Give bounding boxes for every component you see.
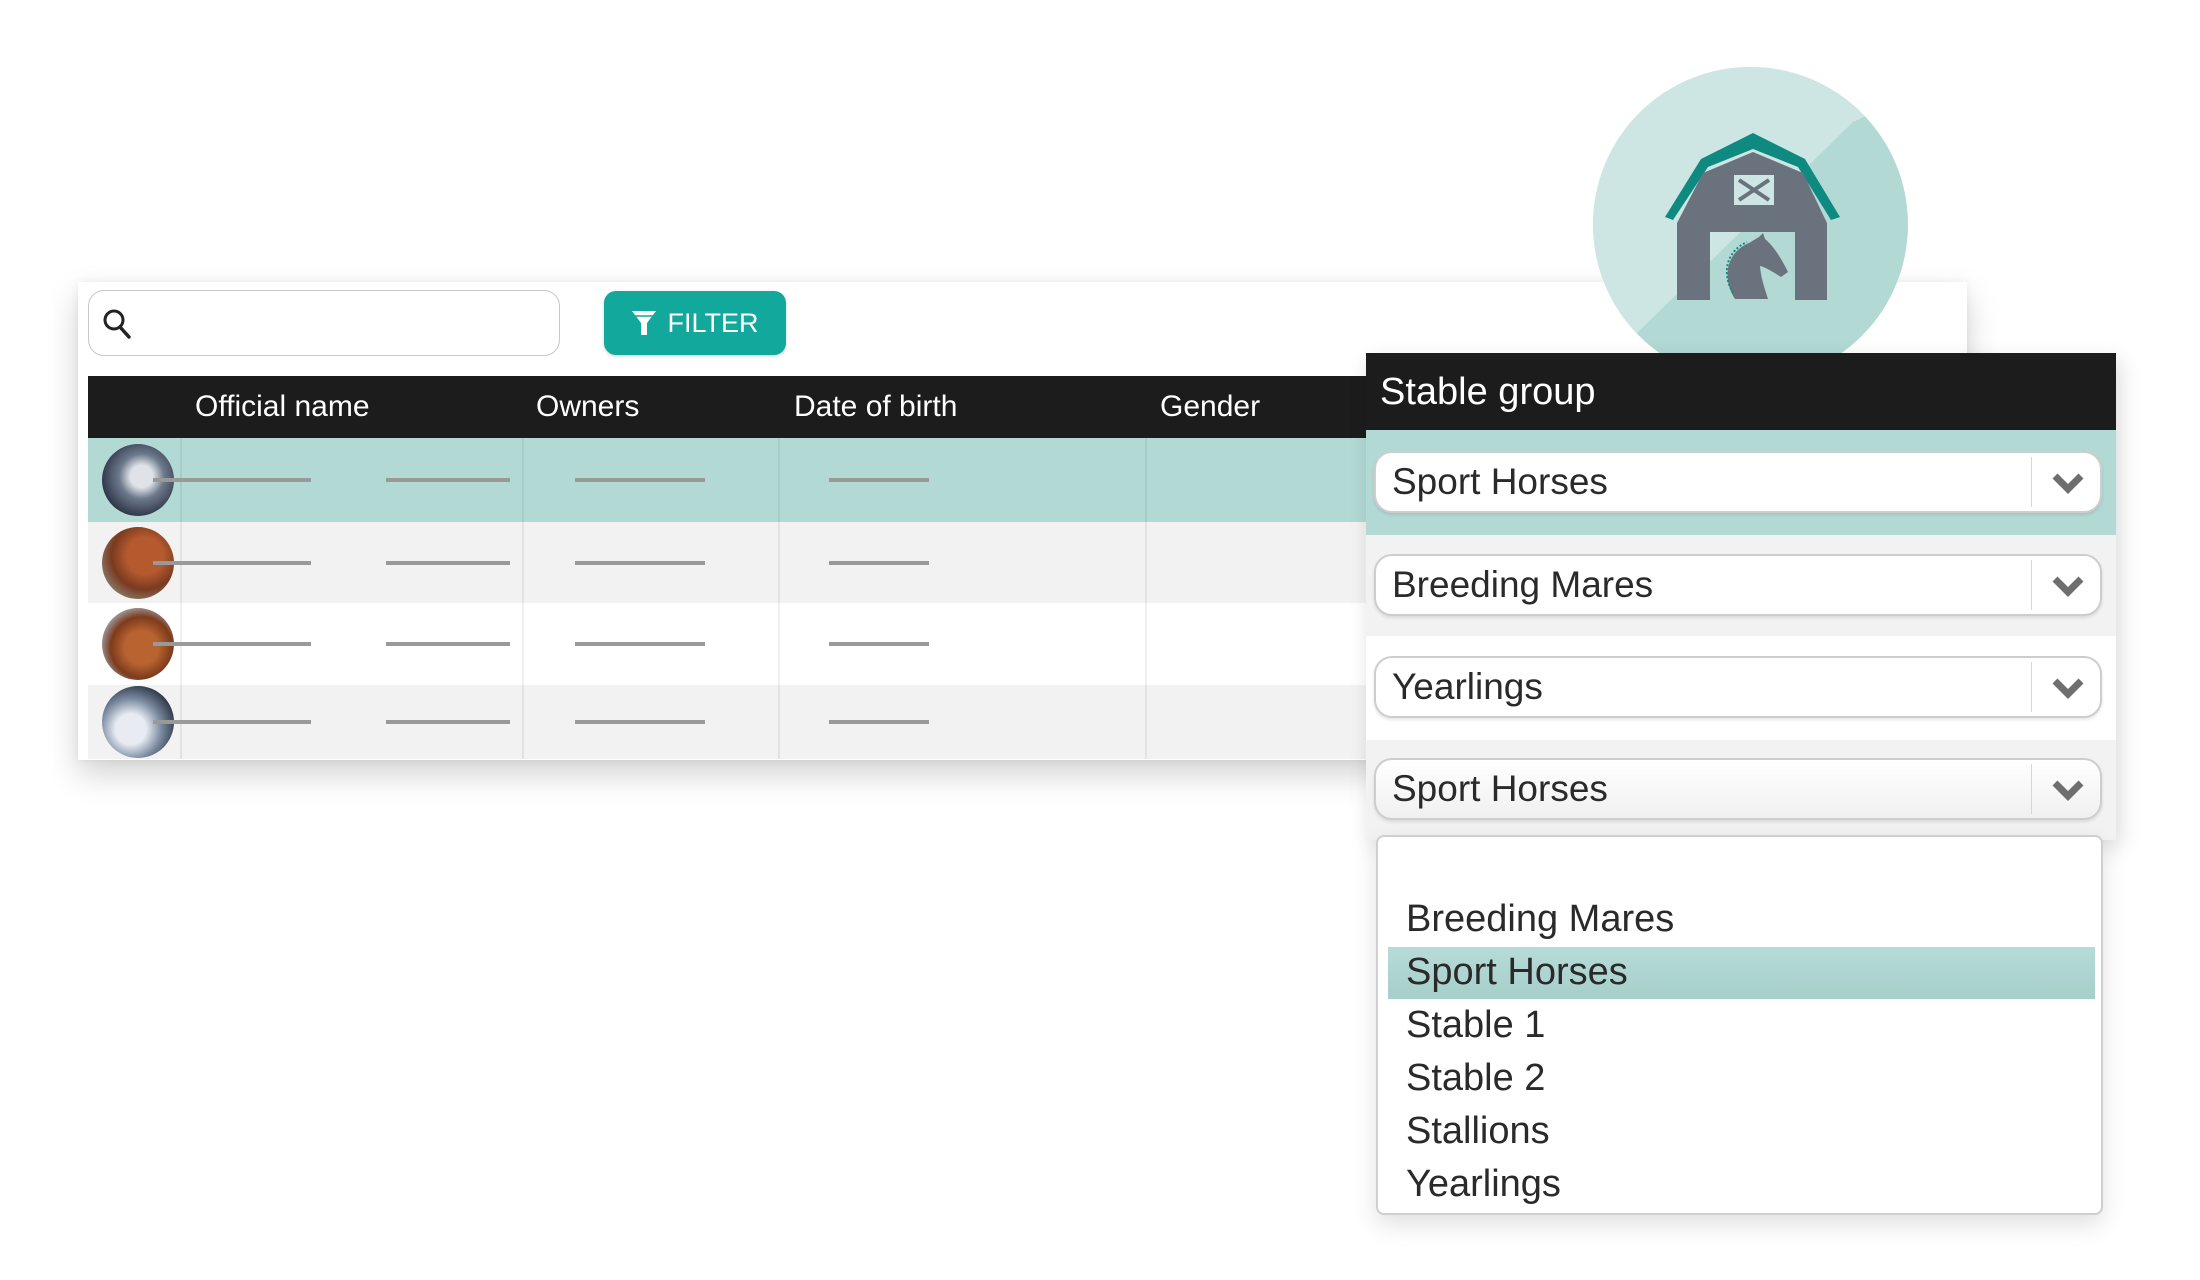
- column-divider: [1145, 438, 1147, 522]
- search-field[interactable]: [88, 290, 560, 356]
- column-header-date-of-birth[interactable]: Date of birth: [794, 390, 957, 424]
- filter-button-label: FILTER: [667, 307, 759, 338]
- column-divider: [778, 685, 780, 759]
- dropdown-option[interactable]: Stallions: [1388, 1106, 2095, 1158]
- stable-group-dropdown-list[interactable]: Breeding Mares Sport Horses Stable 1 Stable…: [1376, 835, 2103, 1215]
- stable-group-select[interactable]: Sport Horses: [1374, 450, 2102, 513]
- search-icon: [103, 309, 131, 339]
- select-value: Sport Horses: [1392, 460, 1608, 502]
- placeholder-date-of-birth: [575, 560, 705, 565]
- placeholder-owners: [386, 642, 510, 646]
- table-row[interactable]: [88, 603, 1378, 685]
- table-row[interactable]: [88, 438, 1378, 522]
- placeholder-owners: [386, 720, 510, 724]
- column-divider: [522, 438, 524, 522]
- chevron-down-icon[interactable]: [2050, 674, 2086, 702]
- column-divider: [778, 438, 780, 522]
- placeholder-official-name: [153, 478, 311, 482]
- placeholder-date-of-birth: [575, 478, 705, 482]
- dropdown-option[interactable]: Stable 2: [1388, 1053, 2095, 1105]
- stable-group-row: Sport Horses: [1366, 430, 2116, 535]
- table-row[interactable]: [88, 685, 1378, 759]
- placeholder-gender: [829, 642, 929, 646]
- select-divider: [2030, 662, 2032, 712]
- stable-group-select[interactable]: Sport Horses: [1374, 758, 2102, 820]
- select-value: Sport Horses: [1392, 768, 1608, 809]
- dropdown-option[interactable]: Breeding Mares: [1388, 894, 2095, 946]
- table-row[interactable]: [88, 522, 1378, 603]
- placeholder-official-name: [153, 642, 311, 646]
- select-divider: [2030, 456, 2032, 507]
- select-value: Yearlings: [1392, 666, 1543, 707]
- dropdown-option-label: Stable 1: [1406, 1004, 1546, 1046]
- stable-group-row: Breeding Mares: [1366, 535, 2116, 636]
- column-header-gender[interactable]: Gender: [1160, 390, 1260, 424]
- table-header: Official name Owners Date of birth Gende…: [88, 376, 1378, 438]
- placeholder-owners: [386, 560, 510, 565]
- filter-icon: [632, 311, 657, 335]
- search-input[interactable]: [141, 299, 545, 349]
- dropdown-option-label: Breeding Mares: [1406, 898, 1675, 940]
- placeholder-date-of-birth: [575, 720, 705, 724]
- stable-group-row: Sport Horses: [1366, 740, 2116, 840]
- placeholder-official-name: [153, 560, 311, 565]
- stable-group-title: Stable group: [1380, 371, 1596, 413]
- chevron-down-icon[interactable]: [2050, 572, 2086, 600]
- select-divider: [2030, 764, 2032, 814]
- column-header-official-name[interactable]: Official name: [195, 390, 370, 424]
- column-divider: [1145, 685, 1147, 759]
- column-divider: [778, 522, 780, 603]
- column-divider: [778, 603, 780, 685]
- chevron-down-icon[interactable]: [2050, 469, 2086, 497]
- placeholder-gender: [829, 478, 929, 482]
- dropdown-option-label: Stable 2: [1406, 1057, 1546, 1099]
- placeholder-gender: [829, 720, 929, 724]
- placeholder-official-name: [153, 720, 311, 724]
- column-divider: [522, 522, 524, 603]
- dropdown-option-label: Sport Horses: [1406, 951, 1628, 993]
- chevron-down-icon[interactable]: [2050, 776, 2086, 804]
- stable-group-select[interactable]: Yearlings: [1374, 656, 2102, 718]
- column-divider: [1145, 522, 1147, 603]
- column-header-owners[interactable]: Owners: [536, 390, 639, 424]
- dropdown-option-label: Stallions: [1406, 1110, 1550, 1152]
- stable-group-header: Stable group: [1366, 353, 2116, 430]
- stable-group-select[interactable]: Breeding Mares: [1374, 553, 2102, 616]
- stable-group-panel: Stable group Sport Horses Breeding Mares Y…: [1366, 353, 2116, 840]
- stable-group-row: Yearlings: [1366, 636, 2116, 740]
- column-divider: [522, 685, 524, 759]
- select-value: Breeding Mares: [1392, 563, 1654, 605]
- placeholder-date-of-birth: [575, 642, 705, 646]
- column-divider: [1145, 603, 1147, 685]
- dropdown-option-label: Yearlings: [1406, 1163, 1561, 1205]
- dropdown-option[interactable]: [1388, 841, 2095, 893]
- dropdown-option[interactable]: Sport Horses: [1388, 947, 2095, 999]
- barn-horse-icon: [1593, 67, 1908, 382]
- dropdown-option[interactable]: Yearlings: [1388, 1159, 2095, 1211]
- filter-button[interactable]: FILTER: [604, 291, 786, 355]
- dropdown-option[interactable]: Stable 1: [1388, 1000, 2095, 1052]
- select-divider: [2030, 559, 2032, 610]
- placeholder-owners: [386, 478, 510, 482]
- column-divider: [522, 603, 524, 685]
- placeholder-gender: [829, 560, 929, 565]
